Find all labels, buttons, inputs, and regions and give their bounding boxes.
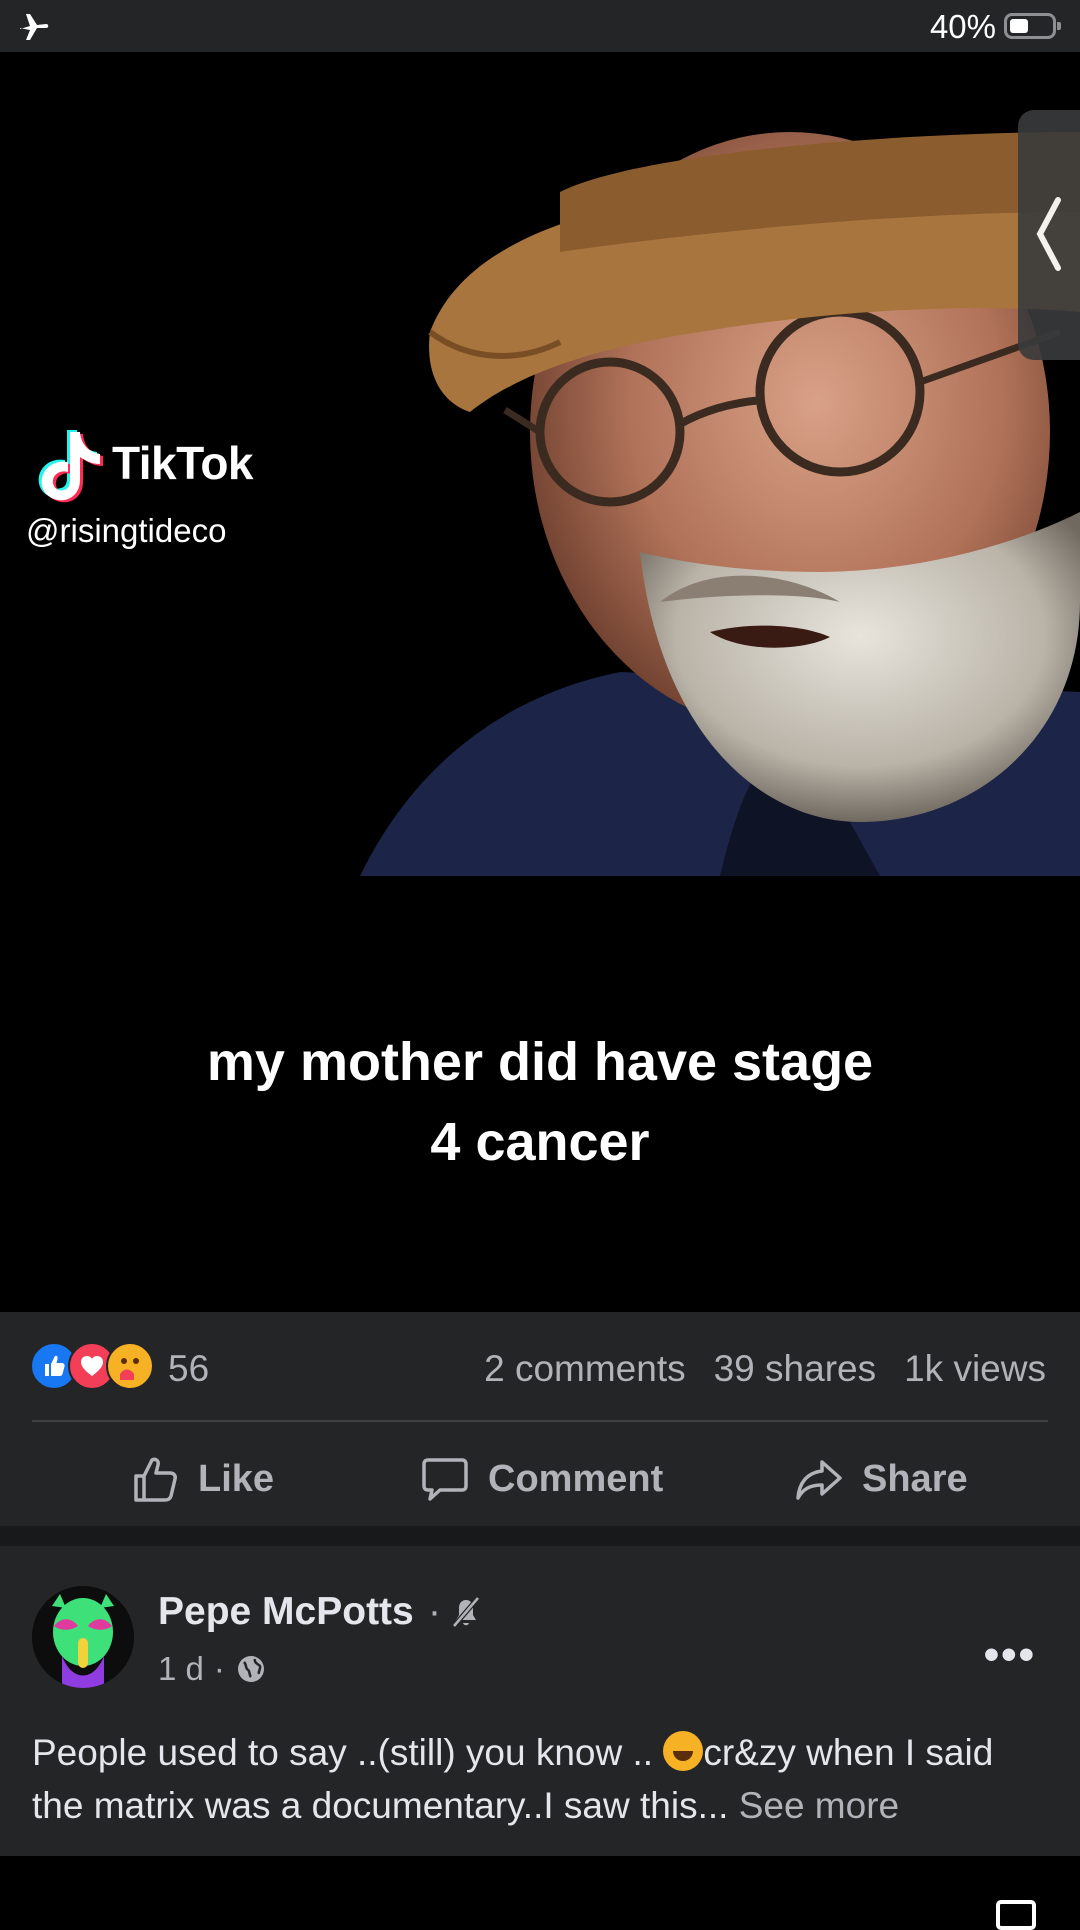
avatar[interactable] <box>32 1586 134 1688</box>
tab-switcher-icon[interactable] <box>996 1900 1036 1930</box>
see-more-link[interactable]: See more <box>739 1785 899 1826</box>
engagement-bar: 56 2 comments 39 shares 1k views Like Co… <box>0 1312 1080 1526</box>
share-button[interactable]: Share <box>794 1444 968 1514</box>
care-reaction-icon <box>106 1342 154 1390</box>
comments-count[interactable]: 2 comments <box>484 1348 686 1390</box>
tiktok-watermark-handle: @risingtideco <box>26 512 227 549</box>
subtitle-line-2: 4 cancer <box>430 1112 650 1172</box>
battery-percent: 40% <box>929 8 996 45</box>
divider <box>32 1420 1048 1422</box>
subtitle-line-1: my mother did have stage <box>206 1032 874 1092</box>
post-meta: 1 d · <box>158 1650 267 1688</box>
more-options-button[interactable]: ••• <box>984 1630 1036 1680</box>
share-label: Share <box>862 1457 968 1500</box>
video-subtitle: my mother did have stage 4 cancer <box>0 1022 1080 1182</box>
meta-dot: · <box>213 1650 225 1687</box>
airplane-icon <box>20 14 49 40</box>
status-bar: 40% <box>0 0 1080 52</box>
views-count: 1k views <box>904 1348 1046 1389</box>
video-player[interactable]: TikTok @risingtideco my mother did have … <box>0 52 1080 1312</box>
video-frame <box>0 132 1080 876</box>
shares-count[interactable]: 39 shares <box>714 1348 877 1390</box>
post-author[interactable]: Pepe McPotts <box>158 1590 414 1634</box>
comment-bubble-icon <box>422 1458 468 1501</box>
comment-label: Comment <box>488 1457 664 1500</box>
like-button[interactable]: Like <box>130 1444 274 1514</box>
tiktok-watermark-brand: TikTok <box>112 437 254 489</box>
feed-separator <box>0 1526 1080 1546</box>
globe-icon <box>237 1656 264 1682</box>
battery-icon <box>1004 13 1061 39</box>
thumbs-up-icon <box>134 1457 177 1502</box>
feed-post: Pepe McPotts · 1 d · ••• People used to … <box>0 1546 1080 1856</box>
side-panel-tab[interactable] <box>1018 110 1080 360</box>
post-time[interactable]: 1 d <box>158 1650 204 1688</box>
bottom-area <box>0 1856 1080 1930</box>
muted-bell-icon <box>452 1596 480 1628</box>
reaction-count[interactable]: 56 <box>168 1348 209 1390</box>
rolling-laughing-emoji-icon <box>663 1731 704 1771</box>
comment-button[interactable]: Comment <box>420 1444 663 1514</box>
post-text: People used to say ..(still) you know ..… <box>32 1726 1052 1832</box>
post-stats: 2 comments 39 shares 1k views <box>484 1348 1046 1390</box>
dot-separator: · <box>428 1590 441 1633</box>
tiktok-logo-icon <box>38 430 103 503</box>
like-label: Like <box>198 1457 275 1500</box>
post-text-start: People used to say ..(still) you know .. <box>32 1732 664 1773</box>
share-arrow-icon <box>796 1460 842 1500</box>
chevron-left-icon <box>1036 197 1061 271</box>
action-bar: Like Comment Share <box>0 1444 1080 1514</box>
